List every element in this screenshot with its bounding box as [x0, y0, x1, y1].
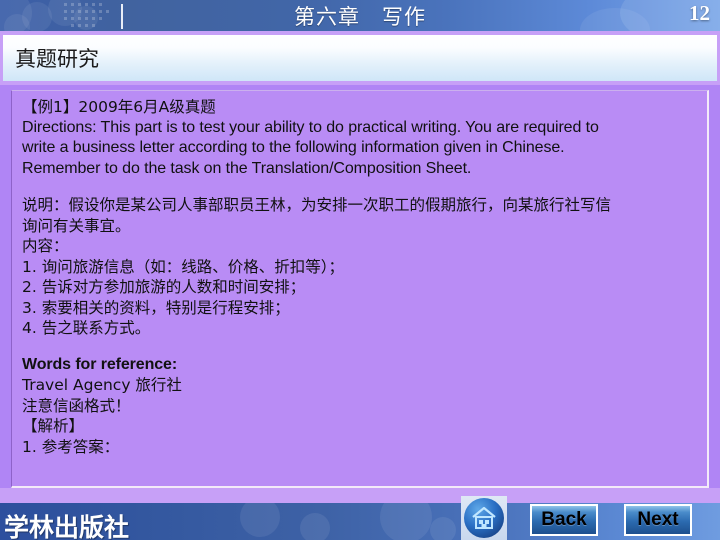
- content-lines: 【例1】2009年6月A级真题 Directions: This part is …: [22, 97, 699, 457]
- content-line: Travel Agency 旅行社: [22, 376, 182, 394]
- content-line: 1. 参考答案：: [22, 437, 120, 456]
- publisher-name: 学林出版社: [4, 513, 130, 540]
- content-line: write a business letter according to the…: [22, 139, 565, 156]
- content-line: 4. 告之联系方式。: [22, 319, 151, 337]
- footer-spacer: [0, 488, 720, 503]
- content-line: 2. 告诉对方参加旅游的人数和时间安排；: [22, 278, 306, 296]
- chapter-title: 第六章 写作: [294, 5, 426, 29]
- content-line: 内容：: [22, 237, 69, 255]
- page-number: 12: [689, 1, 710, 25]
- content-panel: 【例1】2009年6月A级真题 Directions: This part is …: [11, 90, 709, 488]
- slide-header: 第六章 写作 12: [0, 0, 720, 31]
- content-line: 说明：假设你是某公司人事部职员王林，为安排一次职工的假期旅行，向某旅行社写信: [22, 196, 612, 214]
- section-title-panel: 真题研究: [3, 35, 717, 81]
- home-button[interactable]: [461, 496, 507, 540]
- content-line: 1. 询问旅游信息（如：线路、价格、折扣等）；: [22, 257, 344, 276]
- section-title-text: 真题研究: [15, 47, 99, 71]
- section-title-bar: 真题研究: [0, 31, 720, 85]
- content-line: 注意信函格式！: [22, 396, 131, 415]
- presentation-slide: 第六章 写作 12 真题研究 【例1】2009年6月A级真题 Directions…: [0, 0, 720, 540]
- content-line: 【解析】: [22, 417, 85, 435]
- slide-footer: 学林出版社: [0, 503, 720, 540]
- content-line: 询问有关事宜。: [22, 216, 131, 235]
- home-icon: [464, 498, 504, 538]
- content-line: Directions: This part is to test your ab…: [22, 118, 599, 136]
- content-line: 3. 索要相关的资料，特别是行程安排；: [22, 298, 290, 317]
- back-button[interactable]: Back: [530, 504, 598, 536]
- content-line: 【例1】2009年6月A级真题: [22, 98, 216, 116]
- next-button[interactable]: Next: [624, 504, 692, 536]
- content-line: Remember to do the task on the Translati…: [22, 159, 472, 177]
- content-line: Words for reference:: [22, 355, 178, 373]
